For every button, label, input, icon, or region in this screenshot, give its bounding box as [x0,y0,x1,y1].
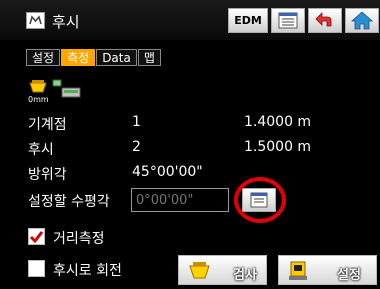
setup-button-label: 설정 [337,268,361,283]
prism-icon [29,80,47,93]
app-menu-icon[interactable] [26,12,45,29]
unit-label: 0mm [28,95,49,104]
back-arrow-icon [315,12,332,27]
tab-settings[interactable]: 설정 [26,49,61,66]
back-button[interactable] [308,8,342,33]
home-icon [350,11,374,30]
list-icon [278,12,298,29]
tab-bar: 설정 측정 Data 맵 [26,49,162,66]
home-button[interactable] [345,8,379,33]
distance-checkbox-label: 거리측정 [53,231,105,247]
title-bar: 후시 EDM [0,0,380,40]
set-angle-input[interactable] [131,188,229,212]
inspect-button[interactable]: 검사 [178,255,267,285]
distance-checkbox[interactable] [28,228,45,245]
setup-button[interactable]: 설정 [278,255,377,285]
tab-data[interactable]: Data [96,49,137,66]
prism-icon [189,262,210,279]
backsight-point-label: 후시 [28,142,54,158]
tab-measure[interactable]: 측정 [61,49,96,66]
tab-map[interactable]: 맵 [137,49,161,66]
backsight-point-value: 2 [132,139,141,155]
screen: 후시 EDM 설정 측정 Data 맵 0mm 기계점 1 1.4000 m 후… [0,0,380,289]
rotate-checkbox-label: 후시로 회전 [53,263,122,279]
set-angle-label: 설정할 수평각 [28,194,110,210]
rotate-checkbox[interactable] [28,260,45,277]
backsight-height-value: 1.5000 m [244,139,312,155]
list-button[interactable] [271,8,305,33]
azimuth-value: 45°00'00" [132,164,203,180]
total-station-icon [289,261,307,280]
highlight-circle [234,177,286,223]
edm-button[interactable]: EDM [228,8,268,33]
inspect-button-label: 검사 [233,268,257,283]
instrument-status-icon [52,79,81,98]
checkmark-icon [29,231,44,244]
instrument-point-label: 기계점 [28,117,67,133]
azimuth-label: 방위각 [28,167,67,183]
window-title: 후시 [52,13,80,31]
instrument-point-value: 1 [132,114,141,130]
instrument-height-value: 1.4000 m [244,114,312,130]
